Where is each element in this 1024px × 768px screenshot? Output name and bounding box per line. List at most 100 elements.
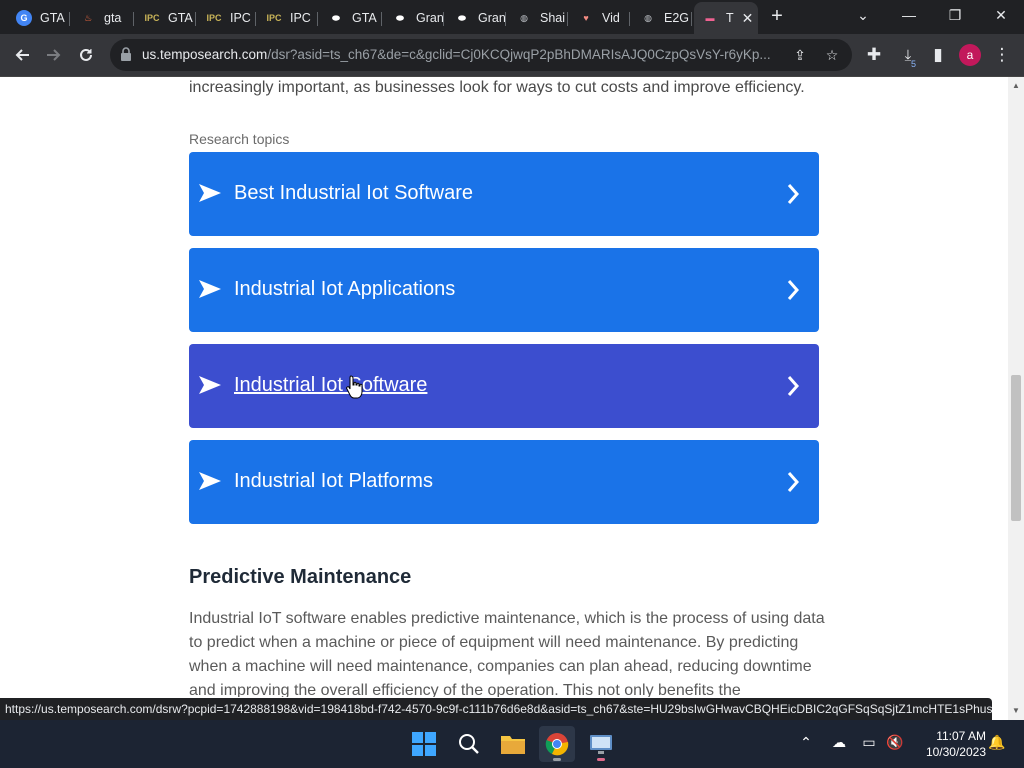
bookmark-star-icon[interactable]: ☆ <box>822 45 842 65</box>
chevron-right-icon <box>787 472 799 492</box>
tab-separator <box>443 12 444 26</box>
tab-title: Gran <box>478 11 506 25</box>
extensions-puzzle-icon[interactable]: ✚ <box>860 41 888 69</box>
url-path: /dsr?asid=ts_ch67&de=c&gclid=Cj0KCQjwqP2… <box>267 47 771 62</box>
tab-separator <box>69 12 70 26</box>
topic-best-industrial-iot-software[interactable]: Best Industrial Iot Software <box>189 152 819 236</box>
tab-title: GTA <box>40 11 65 25</box>
taskbar-clock[interactable]: 11:07 AM 10/30/2023 <box>912 728 986 760</box>
scroll-up-arrow-icon[interactable]: ▲ <box>1008 79 1024 93</box>
arrow-bullet-icon <box>199 376 221 394</box>
tab-separator <box>505 12 506 26</box>
chevron-up-icon[interactable]: ⌃ <box>795 734 817 751</box>
topic-label: Industrial Iot Software <box>234 374 428 396</box>
notification-bell-icon[interactable]: 🔔 <box>986 734 1008 751</box>
browser-tab[interactable]: ⬬ GTA <box>320 4 382 32</box>
volume-muted-icon[interactable]: 🔇 <box>884 734 906 751</box>
clock-date: 10/30/2023 <box>925 745 986 759</box>
scroll-down-arrow-icon[interactable]: ▼ <box>1008 704 1024 718</box>
browser-tab[interactable]: IPC IPC <box>198 4 256 32</box>
monitor-icon[interactable]: ▭ <box>858 734 880 751</box>
section-paragraph: Industrial IoT software enables predicti… <box>189 610 825 697</box>
section-title: Predictive Maintenance <box>189 566 412 588</box>
forward-arrow-icon <box>47 49 61 61</box>
close-tab-icon[interactable]: ✕ <box>742 10 754 27</box>
reload-button[interactable] <box>72 41 100 69</box>
file-explorer-button[interactable] <box>495 726 531 762</box>
flame-icon: ♨ <box>83 12 93 23</box>
web-page: increasingly important, as businesses lo… <box>0 77 1008 697</box>
back-button[interactable] <box>8 41 36 69</box>
intro-text: increasingly important, as businesses lo… <box>189 79 805 96</box>
browser-tab[interactable]: ⬬ Gran <box>446 4 506 32</box>
tab-title: GTA <box>352 11 377 25</box>
search-button[interactable] <box>451 726 487 762</box>
tab-search-button[interactable]: ⌄ <box>840 0 886 32</box>
forward-button[interactable] <box>40 41 68 69</box>
ipc-games-icon: IPC <box>266 13 282 23</box>
close-window-button[interactable]: ✕ <box>978 0 1024 32</box>
tab-separator <box>317 12 318 26</box>
heart-icon: ♥ <box>583 13 589 23</box>
tab-title: Gran <box>416 11 444 25</box>
browser-tab[interactable]: ◍ E2G <box>632 4 692 32</box>
tab-separator <box>381 12 382 26</box>
topic-industrial-iot-applications[interactable]: Industrial Iot Applications <box>189 248 819 332</box>
onedrive-cloud-icon[interactable]: ☁ <box>828 734 850 751</box>
arrow-bullet-icon <box>199 184 221 202</box>
topic-industrial-iot-software[interactable]: Industrial Iot Software <box>189 344 819 428</box>
tab-title: IPC <box>290 11 311 25</box>
ipc-games-icon: IPC <box>144 13 160 23</box>
arrow-bullet-icon <box>199 472 221 490</box>
browser-tab[interactable]: ◍ Shai <box>508 4 568 32</box>
browser-tab[interactable]: ♨ gta <box>72 4 134 32</box>
vertical-scrollbar[interactable]: ▲ ▼ <box>1008 77 1024 720</box>
browser-tab[interactable]: ♥ Vid <box>570 4 630 32</box>
url-host: us.temposearch.com <box>142 47 268 62</box>
minimize-button[interactable]: — <box>886 0 932 32</box>
profile-avatar[interactable]: a <box>959 44 981 66</box>
side-panel-icon[interactable]: ▮ <box>924 41 952 69</box>
browser-tab[interactable]: IPC IPC <box>258 4 318 32</box>
download-count-badge: 5 <box>911 59 917 69</box>
topic-industrial-iot-platforms[interactable]: Industrial Iot Platforms <box>189 440 819 524</box>
hand-pointer-cursor-icon <box>346 375 363 399</box>
new-tab-button[interactable]: + <box>765 5 789 29</box>
downloads-button[interactable]: ⤓ 5 <box>894 41 922 69</box>
google-icon: G <box>16 10 32 26</box>
chevron-right-icon <box>787 184 799 204</box>
windows-logo-icon <box>412 732 436 756</box>
browser-tab[interactable]: G GTA <box>8 4 70 32</box>
tab-separator <box>195 12 196 26</box>
address-bar[interactable]: us.temposearch.com/dsr?asid=ts_ch67&de=c… <box>110 39 852 71</box>
arrow-bullet-icon <box>199 280 221 298</box>
tab-title: Shai <box>540 11 566 25</box>
research-topics-label: Research topics <box>189 131 290 147</box>
tab-separator <box>255 12 256 26</box>
restore-button[interactable]: ❐ <box>932 0 978 32</box>
remote-app-taskbar-button[interactable] <box>583 726 619 762</box>
menu-kebab-icon[interactable]: ⋮ <box>988 41 1016 69</box>
search-icon <box>459 734 479 754</box>
scrollbar-thumb[interactable] <box>1011 375 1021 521</box>
chrome-taskbar-button[interactable] <box>539 726 575 762</box>
browser-tab[interactable]: ▬ T ✕ <box>694 2 758 34</box>
pill-icon: ⬬ <box>396 12 404 23</box>
browser-tab[interactable]: ⬬ Gran <box>384 4 444 32</box>
reload-icon <box>80 48 92 61</box>
tab-title: gta <box>104 11 122 25</box>
clock-time: 11:07 AM <box>936 729 986 743</box>
topic-label: Industrial Iot Applications <box>234 278 456 300</box>
share-icon[interactable]: ⇪ <box>790 45 810 65</box>
tab-separator <box>133 12 134 26</box>
tab-title: E2G <box>664 11 690 25</box>
start-button[interactable] <box>406 726 442 762</box>
tab-title: Vid <box>602 11 620 25</box>
tab-separator <box>629 12 630 26</box>
browser-tab[interactable]: IPC GTA <box>136 4 196 32</box>
browser-tab-strip: G GTA ♨ gta IPC GTA IPC IPC IPC IPC ⬬ GTA ⬬ Gran ⬬ Gran… <box>0 0 1024 34</box>
tab-title: GTA <box>168 11 193 25</box>
topic-label: Best Industrial Iot Software <box>234 182 474 204</box>
browser-toolbar: us.temposearch.com/dsr?asid=ts_ch67&de=c… <box>0 34 1024 77</box>
remote-desktop-icon <box>590 735 612 754</box>
